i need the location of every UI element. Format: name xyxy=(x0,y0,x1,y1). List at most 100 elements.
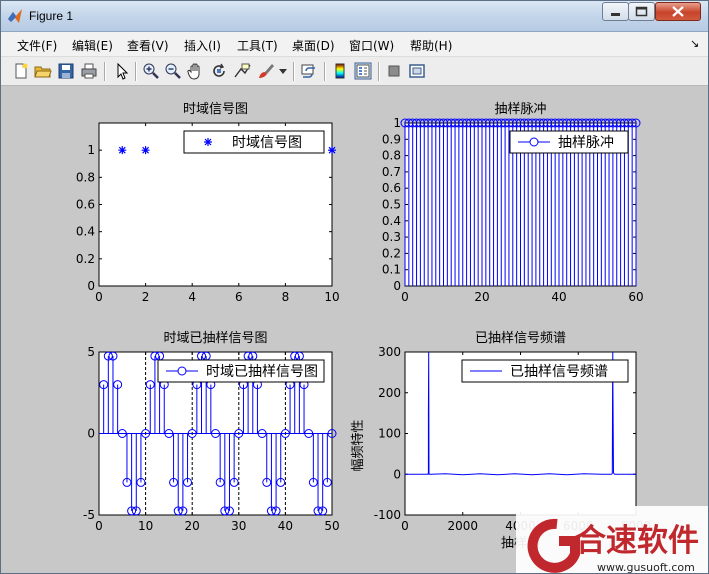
legend-label: 时域信号图 xyxy=(232,135,302,151)
y-tick-label: 1 xyxy=(87,143,95,157)
x-tick-label: 0 xyxy=(95,519,103,533)
new-file-icon[interactable] xyxy=(12,62,30,80)
subplot-title: 已抽样信号频谱 xyxy=(475,331,566,346)
menu-file[interactable]: 文件(F) xyxy=(17,37,57,54)
open-folder-icon[interactable] xyxy=(34,62,52,80)
brush-dropdown-icon[interactable] xyxy=(279,69,287,75)
close-icon xyxy=(672,6,684,17)
subplot-2: 抽样脉冲0 20 40 6000.10.20.30.40.50.60.70.80.91… xyxy=(382,102,644,304)
y-tick-label: 0.9 xyxy=(382,132,401,146)
y-tick-label: 0.6 xyxy=(76,198,95,212)
legend-label: 已抽样信号频谱 xyxy=(510,364,608,380)
toolbar-separator xyxy=(293,62,295,81)
show-plot-tools-icon[interactable] xyxy=(408,62,426,80)
legend-icon[interactable] xyxy=(354,62,372,80)
data-point xyxy=(118,146,127,155)
y-tick-label: 100 xyxy=(378,427,401,441)
figure-canvas: 时域信号图0 2 4 6 8 1000.20.40.60.81 时域信号图抽样脉冲0 20 40… xyxy=(1,87,708,573)
y-tick-label: 300 xyxy=(378,345,401,359)
menu-tools[interactable]: 工具(T) xyxy=(237,37,278,54)
menu-insert[interactable]: 插入(I) xyxy=(184,37,221,54)
window-title: Figure 1 xyxy=(29,9,74,23)
legend-marker-icon xyxy=(177,366,187,376)
toolbar-separator xyxy=(104,62,106,81)
y-tick-label: 0.3 xyxy=(382,230,401,244)
y-tick-label: 0 xyxy=(87,427,95,441)
x-tick-label: 2 xyxy=(142,290,150,304)
y-tick-label: 0.2 xyxy=(382,246,401,260)
save-icon[interactable] xyxy=(57,62,75,80)
legend-label: 时域已抽样信号图 xyxy=(206,364,318,380)
x-tick-label: 20 xyxy=(474,290,489,304)
data-cursor-icon[interactable] xyxy=(233,62,251,80)
zoom-out-icon[interactable] xyxy=(164,62,182,80)
hide-plot-tools-icon[interactable] xyxy=(385,62,403,80)
watermark-logo: 合速软件 www.gusuoft.com xyxy=(516,506,708,573)
minimize-button[interactable] xyxy=(602,2,629,21)
print-icon[interactable] xyxy=(80,62,98,80)
y-tick-label: -100 xyxy=(374,508,401,522)
menu-edit[interactable]: 编辑(E) xyxy=(72,37,113,54)
y-tick-label: 0.2 xyxy=(76,252,95,266)
x-tick-label: 6 xyxy=(235,290,243,304)
title-bar[interactable]: Figure 1 xyxy=(1,1,708,32)
x-tick-label: 60 xyxy=(628,290,643,304)
y-tick-label: 0 xyxy=(393,467,401,481)
y-axis-label: 幅频特性 xyxy=(351,419,366,471)
matlab-logo-icon xyxy=(8,9,22,23)
x-tick-label: 4 xyxy=(188,290,196,304)
x-tick-label: 50 xyxy=(324,519,339,533)
menu-desktop[interactable]: 桌面(D) xyxy=(292,37,335,54)
y-tick-label: 1 xyxy=(393,116,401,130)
legend: 已抽样信号频谱 xyxy=(461,359,629,383)
y-tick-label: 0.1 xyxy=(382,263,401,277)
legend-marker-icon xyxy=(529,137,539,147)
legend: 抽样脉冲 xyxy=(509,130,629,154)
y-tick-label: 0.4 xyxy=(382,214,401,228)
legend: 时域已抽样信号图 xyxy=(157,359,325,383)
x-tick-label: 30 xyxy=(231,519,246,533)
y-tick-label: 0 xyxy=(87,279,95,293)
subplot-title: 时域已抽样信号图 xyxy=(163,331,267,346)
legend: 时域信号图 xyxy=(183,130,325,154)
y-tick-label: 0.8 xyxy=(76,170,95,184)
subplot-title: 时域信号图 xyxy=(183,102,248,117)
y-tick-label: 5 xyxy=(87,345,95,359)
x-tick-label: 8 xyxy=(282,290,290,304)
pan-hand-icon[interactable] xyxy=(187,62,205,80)
figure-window: Figure 1 文件(F) 编辑(E) 查看(V) 插入(I) 工具(T) 桌… xyxy=(0,0,709,574)
minimize-icon xyxy=(611,13,620,16)
y-tick-label: 0.8 xyxy=(382,149,401,163)
legend-marker-icon xyxy=(204,138,212,146)
colorbar-icon[interactable] xyxy=(331,62,349,80)
y-tick-label: 0.7 xyxy=(382,165,401,179)
figure-toolbar xyxy=(1,57,708,86)
x-tick-label: 10 xyxy=(324,290,339,304)
menu-help[interactable]: 帮助(H) xyxy=(410,37,452,54)
x-tick-label: 2000 xyxy=(447,519,478,533)
subplot-title: 抽样脉冲 xyxy=(494,102,546,117)
link-plot-icon[interactable] xyxy=(300,62,318,80)
data-point xyxy=(328,146,336,155)
menu-view[interactable]: 查看(V) xyxy=(127,37,169,54)
maximize-button[interactable] xyxy=(628,2,655,21)
y-tick-label: 0.6 xyxy=(382,181,401,195)
watermark-text: 合速软件 xyxy=(575,523,699,559)
legend-label: 抽样脉冲 xyxy=(558,135,614,151)
menu-bar: 文件(F) 编辑(E) 查看(V) 插入(I) 工具(T) 桌面(D) 窗口(W… xyxy=(1,32,708,57)
y-tick-label: 0 xyxy=(393,279,401,293)
y-tick-label: -5 xyxy=(83,508,95,522)
rotate-3d-icon[interactable] xyxy=(210,62,228,80)
menubar-dock-arrow[interactable]: ↘ xyxy=(690,37,699,50)
toolbar-separator xyxy=(135,62,137,81)
y-tick-label: 0.4 xyxy=(76,225,95,239)
toolbar-separator xyxy=(324,62,326,81)
x-tick-label: 10 xyxy=(138,519,153,533)
close-button[interactable] xyxy=(655,2,701,21)
data-point xyxy=(141,146,150,155)
menu-window[interactable]: 窗口(W) xyxy=(349,37,394,54)
brush-icon[interactable] xyxy=(257,62,275,80)
x-tick-label: 20 xyxy=(185,519,200,533)
zoom-in-icon[interactable] xyxy=(142,62,160,80)
pointer-icon[interactable] xyxy=(113,62,131,80)
